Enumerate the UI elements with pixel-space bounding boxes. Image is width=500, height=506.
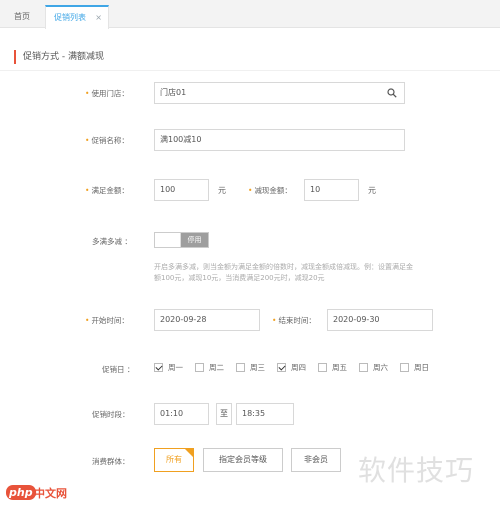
multi-reduce-toggle[interactable]: 停用 <box>154 232 209 248</box>
weekday-label: 周二 <box>209 363 224 372</box>
audience-member-level-button[interactable]: 指定会员等级 <box>203 448 283 472</box>
promotion-name-value: 满100减10 <box>160 135 202 144</box>
threshold-amount-input[interactable]: 100 <box>154 179 209 201</box>
end-time-input[interactable]: 2020-09-30 <box>327 309 433 331</box>
end-time-label: • 结束时间： <box>272 316 316 325</box>
reduction-amount-input[interactable]: 10 <box>304 179 359 201</box>
threshold-unit: 元 <box>218 186 226 195</box>
reduction-label: • 减现金额： <box>248 186 292 195</box>
weekday-label: 周四 <box>291 363 306 372</box>
audience-all-label: 所有 <box>166 455 182 464</box>
selected-corner-icon <box>184 448 194 458</box>
audience-all-button[interactable]: 所有 <box>154 448 194 472</box>
store-value: 门店01 <box>160 88 187 97</box>
required-marker: • <box>272 316 277 325</box>
period-label: 促销时段： <box>92 410 130 419</box>
toggle-knob <box>155 233 181 247</box>
weekday-checkbox[interactable] <box>359 363 368 372</box>
required-marker: • <box>248 186 253 195</box>
weekday-checkbox[interactable] <box>154 363 163 372</box>
close-icon[interactable]: × <box>95 7 102 29</box>
start-time-value: 2020-09-28 <box>160 315 207 324</box>
section-title: 促销方式 - 满额减现 <box>14 50 104 64</box>
start-time-label: • 开始时间： <box>85 316 129 325</box>
weekday-label: 周三 <box>250 363 265 372</box>
promotion-name-input[interactable]: 满100减10 <box>154 129 405 151</box>
toggle-state: 停用 <box>181 233 208 247</box>
threshold-label: • 满足金额： <box>85 186 129 195</box>
period-end-value: 18:35 <box>242 409 266 418</box>
end-time-value: 2020-09-30 <box>333 315 380 324</box>
weekday-checkbox[interactable] <box>318 363 327 372</box>
multi-reduce-hint: 开启多满多减，则当金额为满足金额的倍数时，减现金额成倍减现。例：设置满足金额10… <box>154 263 413 282</box>
tab-home[interactable]: 首页 <box>14 6 30 28</box>
tab-promotion-list-label: 促销列表 <box>54 13 86 22</box>
section-divider <box>0 70 500 71</box>
weekday-checkbox[interactable] <box>400 363 409 372</box>
site-name: 中文网 <box>34 487 67 500</box>
weekday-checkbox[interactable] <box>277 363 286 372</box>
tab-promotion-list[interactable]: 促销列表 × <box>45 5 109 29</box>
required-marker: • <box>85 316 90 325</box>
audience-label: 消费群体： <box>92 457 130 466</box>
period-start-input[interactable]: 01:10 <box>154 403 209 425</box>
start-time-input[interactable]: 2020-09-28 <box>154 309 260 331</box>
reduction-unit: 元 <box>368 186 376 195</box>
search-icon[interactable] <box>387 88 397 98</box>
weekday-label: 周五 <box>332 363 347 372</box>
store-select-input[interactable]: 门店01 <box>154 82 405 104</box>
period-separator: 至 <box>216 403 232 425</box>
required-marker: • <box>85 89 90 98</box>
promotion-days-label: 促销日 ： <box>102 365 135 374</box>
weekday-label: 周一 <box>168 363 183 372</box>
store-label: • 使用门店： <box>85 89 129 98</box>
weekday-checkbox[interactable] <box>195 363 204 372</box>
site-badge: php <box>6 485 36 500</box>
reduction-amount-value: 10 <box>310 185 321 194</box>
multi-reduce-label: 多满多减 ： <box>92 237 132 246</box>
tab-bar: 首页 促销列表 × <box>0 0 500 29</box>
period-end-input[interactable]: 18:35 <box>236 403 294 425</box>
required-marker: • <box>85 136 90 145</box>
name-label: • 促销名称： <box>85 136 129 145</box>
threshold-amount-value: 100 <box>160 185 176 194</box>
weekday-label: 周日 <box>414 363 429 372</box>
required-marker: • <box>85 186 90 195</box>
weekday-label: 周六 <box>373 363 388 372</box>
audience-non-member-button[interactable]: 非会员 <box>291 448 341 472</box>
watermark-text: 软件技巧 <box>358 454 475 487</box>
period-start-value: 01:10 <box>160 409 184 418</box>
weekday-checkbox[interactable] <box>236 363 245 372</box>
